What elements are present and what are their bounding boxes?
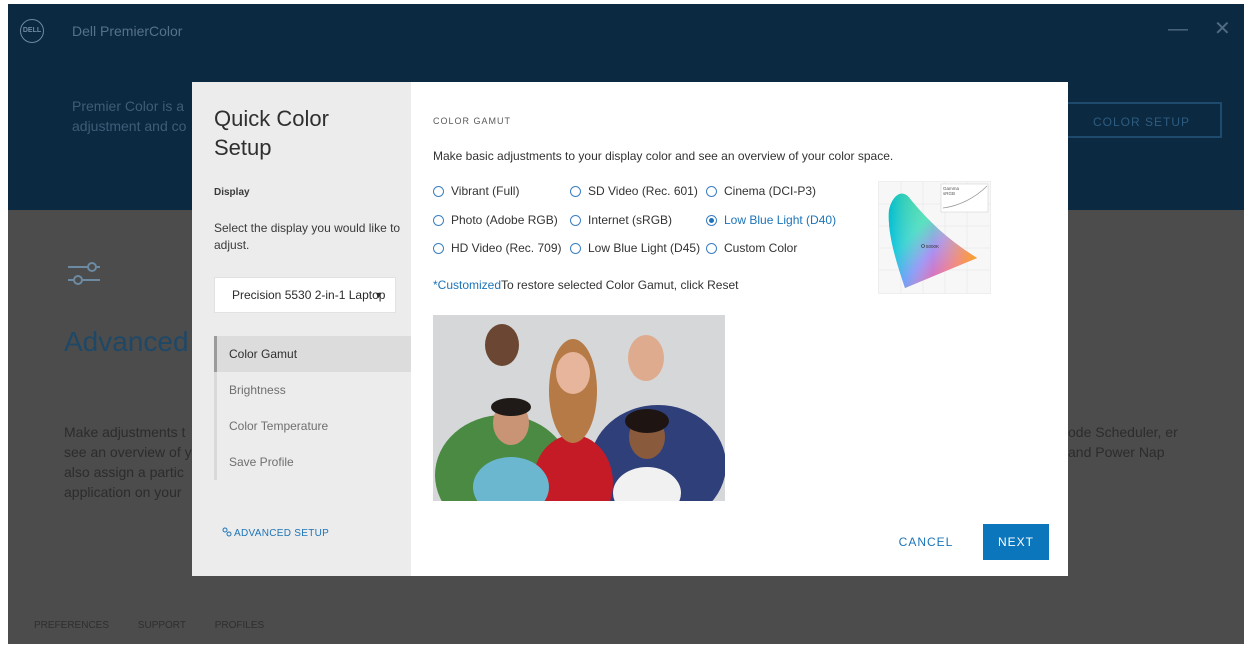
radio-label: Internet (sRGB) (588, 213, 673, 227)
profiles-link[interactable]: PROFILES (215, 620, 264, 631)
sample-photo (433, 315, 725, 501)
chevron-down-icon: ▼ (374, 290, 383, 300)
background-paragraph: Make adjustments t see an overview of y … (64, 424, 192, 500)
close-icon[interactable]: ✕ (1214, 18, 1231, 40)
radio-low-blue-light-d40[interactable]: Low Blue Light (D40) (706, 213, 836, 227)
nav-item-color-temperature[interactable]: Color Temperature (214, 408, 411, 444)
radio-label: Low Blue Light (D40) (724, 213, 837, 227)
radio-icon (433, 186, 444, 197)
title-bar: DELL Dell PremierColor — ✕ (8, 4, 1244, 60)
advanced-setup-link[interactable]: ADVANCED SETUP (222, 527, 329, 539)
radio-icon (570, 186, 581, 197)
customized-note: *CustomizedTo restore selected Color Gam… (433, 278, 738, 292)
display-select[interactable]: Precision 5530 2-in-1 Laptop ▼ (214, 277, 396, 313)
radio-icon (570, 215, 581, 226)
radio-internet-srgb[interactable]: Internet (sRGB) (570, 213, 672, 227)
radio-icon (570, 243, 581, 254)
settings-icon (222, 527, 232, 537)
customized-text: To restore selected Color Gamut, click R… (501, 278, 739, 292)
radio-hd-video[interactable]: HD Video (Rec. 709) (433, 241, 562, 255)
support-link[interactable]: SUPPORT (138, 620, 186, 631)
sliders-icon (68, 262, 100, 285)
advanced-setup-label: ADVANCED SETUP (234, 528, 330, 539)
gamut-legend-srgb: sRGB (943, 191, 955, 196)
display-select-value: Precision 5530 2-in-1 Laptop (232, 288, 386, 302)
radio-label: Custom Color (724, 241, 798, 255)
radio-icon (433, 215, 444, 226)
display-description: Select the display you would like to adj… (214, 221, 401, 252)
color-gamut-diagram: Gamma sRGB 5000K (878, 181, 991, 294)
setup-steps-nav: Color Gamut Brightness Color Temperature… (214, 336, 411, 480)
cancel-button[interactable]: CANCEL (891, 524, 961, 560)
radio-label: HD Video (Rec. 709) (451, 241, 562, 255)
radio-label: Vibrant (Full) (451, 184, 520, 198)
radio-icon (706, 186, 717, 197)
quick-color-setup-dialog: Quick Color Setup Display Select the dis… (192, 82, 1068, 576)
radio-label: Photo (Adobe RGB) (451, 213, 558, 227)
nav-item-save-profile[interactable]: Save Profile (214, 444, 411, 480)
app-title: Dell PremierColor (72, 23, 183, 39)
color-setup-button[interactable]: COLOR SETUP (1058, 102, 1222, 138)
dialog-content: COLOR GAMUT Make basic adjustments to yo… (411, 82, 1068, 576)
dell-logo: DELL (20, 19, 44, 43)
radio-selected-icon (706, 215, 717, 226)
radio-label: Cinema (DCI-P3) (724, 184, 817, 198)
radio-sd-video[interactable]: SD Video (Rec. 601) (570, 184, 698, 198)
customized-link[interactable]: *Customized (433, 278, 501, 292)
radio-photo-adobe-rgb[interactable]: Photo (Adobe RGB) (433, 213, 558, 227)
minimize-icon[interactable]: — (1168, 18, 1188, 40)
dialog-title: Quick Color Setup (214, 106, 329, 160)
radio-icon (433, 243, 444, 254)
radio-cinema[interactable]: Cinema (DCI-P3) (706, 184, 816, 198)
section-label: COLOR GAMUT (433, 116, 512, 126)
radio-low-blue-light-d45[interactable]: Low Blue Light (D45) (570, 241, 700, 255)
radio-vibrant-full[interactable]: Vibrant (Full) (433, 184, 519, 198)
radio-icon (706, 243, 717, 254)
radio-label: SD Video (Rec. 601) (588, 184, 698, 198)
footer-links: PREFERENCES SUPPORT PROFILES (34, 620, 290, 631)
next-button[interactable]: NEXT (983, 524, 1049, 560)
display-label: Display (214, 187, 250, 198)
nav-item-brightness[interactable]: Brightness (214, 372, 411, 408)
nav-item-color-gamut[interactable]: Color Gamut (214, 336, 411, 372)
radio-label: Low Blue Light (D45) (588, 241, 701, 255)
section-description: Make basic adjustments to your display c… (433, 149, 894, 163)
background-right-text: ode Scheduler, er and Power Nap (1068, 424, 1178, 460)
gamut-whitepoint-label: 5000K (926, 244, 939, 249)
dialog-sidebar: Quick Color Setup Display Select the dis… (192, 82, 411, 576)
preferences-link[interactable]: PREFERENCES (34, 620, 109, 631)
radio-custom-color[interactable]: Custom Color (706, 241, 797, 255)
